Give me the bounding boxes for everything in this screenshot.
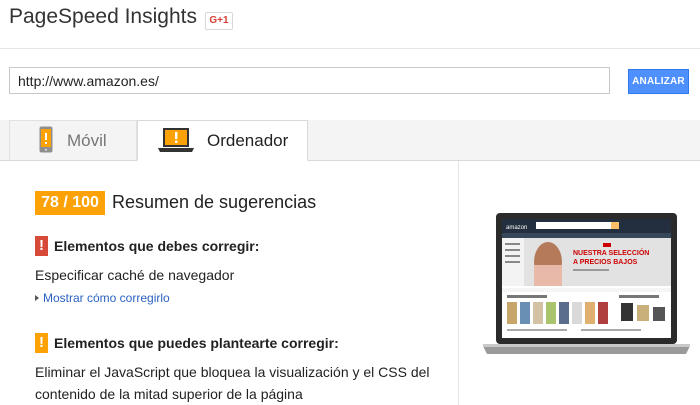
- should-fix-item-line2: contenido de la mitad superior de la pág…: [35, 386, 303, 402]
- phone-icon: [39, 126, 53, 153]
- google-plus-button[interactable]: G+1: [205, 12, 233, 30]
- panel-divider: [458, 161, 459, 405]
- preview-site-logo: amazon: [506, 225, 527, 231]
- device-tabs: Móvil Ordenador: [0, 120, 700, 161]
- laptop-icon: [158, 128, 194, 152]
- score-badge: 78 / 100: [35, 191, 105, 215]
- preview-banner-line2: A PRECIOS BAJOS: [573, 259, 638, 266]
- app-title: PageSpeed Insights: [9, 5, 197, 28]
- tab-mobile-label: Móvil: [67, 131, 107, 150]
- laptop-preview-image: amazon NUESTRA SELECCIÓN A PRECIOS BAJOS: [483, 213, 690, 354]
- show-fix-link[interactable]: Mostrar cómo corregirlo: [35, 291, 170, 305]
- tab-desktop-label: Ordenador: [207, 131, 289, 150]
- header-bar: PageSpeed Insights G+1: [0, 0, 700, 49]
- tab-desktop[interactable]: Ordenador: [137, 120, 308, 161]
- analyze-button[interactable]: ANALIZAR: [628, 69, 689, 94]
- results-panel: 78 / 100 Resumen de sugerencias ! Elemen…: [0, 161, 458, 405]
- show-fix-link-label: Mostrar cómo corregirlo: [43, 291, 170, 305]
- url-input[interactable]: [9, 67, 610, 94]
- alert-red-icon: !: [35, 236, 48, 256]
- must-fix-item: Especificar caché de navegador: [35, 267, 235, 283]
- should-fix-item-line1: Eliminar el JavaScript que bloquea la vi…: [35, 364, 430, 380]
- triangle-right-icon: [35, 294, 39, 301]
- should-fix-title: Elementos que puedes plantearte corregir…: [54, 335, 339, 351]
- alert-orange-icon: !: [35, 333, 48, 353]
- summary-title: Resumen de sugerencias: [112, 192, 317, 212]
- must-fix-title: Elementos que debes corregir:: [54, 238, 260, 254]
- tab-mobile[interactable]: Móvil: [9, 120, 137, 160]
- preview-banner-line1: NUESTRA SELECCIÓN: [573, 248, 649, 257]
